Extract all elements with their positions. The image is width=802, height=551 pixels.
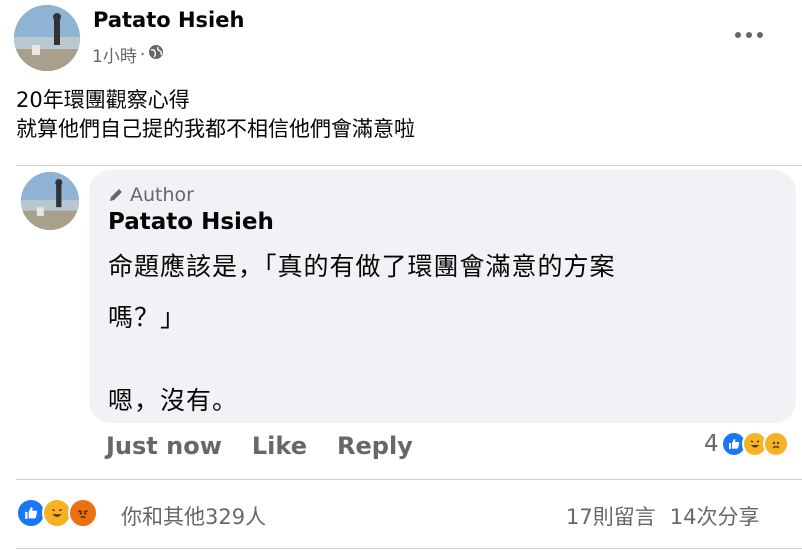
post-line: 20年環團觀察心得 [16,88,190,112]
comment-avatar[interactable] [21,172,79,230]
comment-actions: Just now Like Reply [106,432,443,460]
post-meta: 1小時 · [92,42,164,67]
author-badge: Author [108,184,194,206]
post-reactions-text[interactable]: 你和其他329人 [121,501,266,531]
post-time[interactable]: 1小時 [92,42,137,67]
post-line: 就算他們自己提的我都不相信他們會滿意啦 [16,117,415,141]
comment-line: 嗯，沒有。 [108,386,239,415]
comment-line: 嗎？」 [108,303,187,332]
shares-count[interactable]: 14次分享 [670,501,760,531]
post-body: 20年環團觀察心得 就算他們自己提的我都不相信他們會滿意啦 [16,86,415,144]
divider [16,165,802,166]
comment-time[interactable]: Just now [106,432,222,460]
post-avatar[interactable] [14,5,80,71]
post-author-name[interactable]: Patato Hsieh [93,8,244,32]
meta-separator: · [139,44,146,65]
post-stats: 17則留言 14次分享 [566,501,759,531]
like-button[interactable]: Like [252,432,307,460]
more-options-button[interactable] [732,24,766,46]
angry-icon [68,498,98,528]
post-reactions[interactable] [16,498,98,528]
divider [16,548,802,549]
comment-reactions[interactable]: 4 [704,431,789,457]
comment-reaction-count: 4 [704,431,719,457]
comment-author-name[interactable]: Patato Hsieh [108,209,274,235]
globe-icon[interactable] [148,44,164,65]
divider [16,479,802,480]
pencil-icon [110,189,122,201]
author-badge-label: Author [130,184,194,206]
sad-icon [762,431,789,457]
ellipsis-icon [735,32,763,38]
comments-count[interactable]: 17則留言 [566,501,656,531]
reply-button[interactable]: Reply [337,432,413,460]
comment-line: 命題應該是，「真的有做了環團會滿意的方案 [108,252,616,281]
